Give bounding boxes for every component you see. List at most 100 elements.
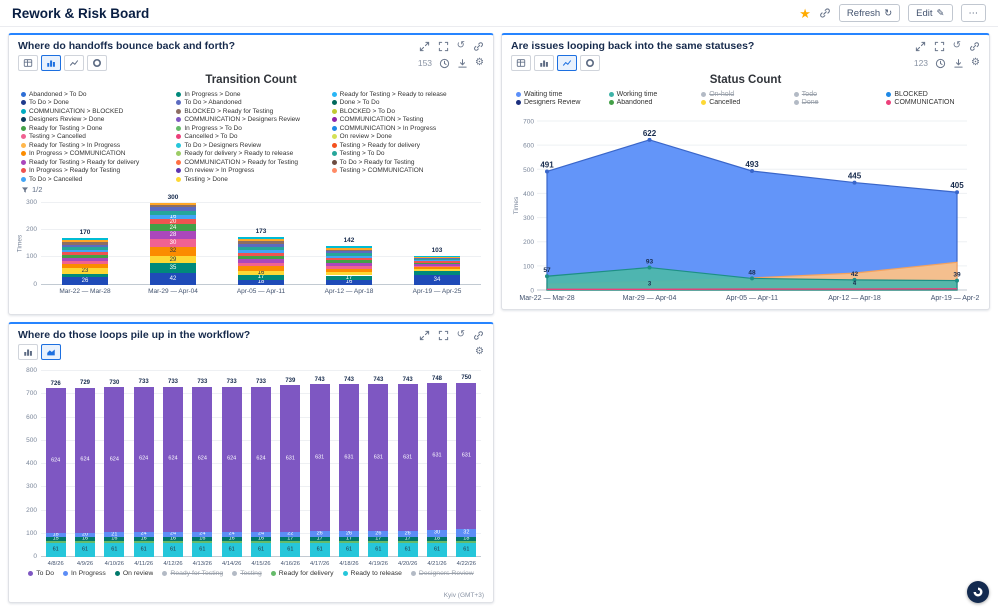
legend-item[interactable]: COMMUNICATION bbox=[886, 99, 975, 108]
favorite-star-icon[interactable]: ★ bbox=[799, 7, 811, 20]
bar-segment[interactable]: 61 bbox=[75, 543, 95, 557]
bar-segment[interactable]: 24 bbox=[150, 224, 196, 231]
bar-segment[interactable]: 26 bbox=[368, 531, 388, 537]
bar-segment[interactable] bbox=[62, 242, 108, 244]
legend-item[interactable]: Working time bbox=[609, 90, 698, 99]
legend-item[interactable]: Designers Review bbox=[411, 568, 474, 579]
view-table-button[interactable] bbox=[18, 55, 38, 71]
link-icon[interactable] bbox=[473, 41, 484, 52]
legend-item[interactable]: Ready for Testing > Ready for delivery bbox=[21, 158, 172, 167]
bar-segment[interactable]: 61 bbox=[134, 543, 154, 557]
bar-segment[interactable] bbox=[150, 207, 196, 210]
bar-segment[interactable]: 17 bbox=[339, 537, 359, 541]
legend-item[interactable]: In Progress bbox=[63, 568, 106, 579]
legend-item[interactable]: Ready for delivery bbox=[271, 568, 334, 579]
bar-segment[interactable] bbox=[326, 260, 372, 263]
bar-segment[interactable]: 624 bbox=[46, 388, 66, 533]
bar-segment[interactable]: 32 bbox=[456, 529, 476, 536]
bar-segment[interactable]: 624 bbox=[192, 387, 212, 532]
bar-segment[interactable]: 61 bbox=[280, 543, 300, 557]
bar-segment[interactable] bbox=[62, 240, 108, 242]
bar-segment[interactable] bbox=[414, 256, 460, 257]
legend-item[interactable]: On review > In Progress bbox=[176, 167, 327, 176]
bar-segment[interactable]: 16 bbox=[192, 537, 212, 541]
view-bar-chart-button[interactable] bbox=[534, 55, 554, 71]
bar-segment[interactable] bbox=[238, 263, 284, 267]
link-icon[interactable] bbox=[969, 41, 980, 52]
legend-item[interactable]: Testing bbox=[232, 568, 262, 579]
expand-icon[interactable] bbox=[915, 41, 926, 52]
bar-segment[interactable] bbox=[238, 266, 284, 270]
bar-segment[interactable]: 28 bbox=[150, 231, 196, 239]
bar-segment[interactable]: 61 bbox=[339, 543, 359, 557]
bar-segment[interactable]: 631 bbox=[456, 383, 476, 530]
bar-segment[interactable]: 26 bbox=[398, 531, 418, 537]
bar-segment[interactable] bbox=[414, 269, 460, 271]
bar-segment[interactable]: 42 bbox=[150, 273, 196, 284]
bar-segment[interactable] bbox=[150, 203, 196, 205]
legend-item[interactable]: In Progress > Ready for Testing bbox=[21, 167, 172, 176]
bar-segment[interactable]: 624 bbox=[222, 387, 242, 532]
settings-gear-icon[interactable]: ⚙ bbox=[475, 58, 484, 68]
loops-stacked-chart[interactable]: 01002003004005006007008004/8/26611518624… bbox=[17, 362, 487, 568]
legend-item[interactable]: Designers Review bbox=[516, 99, 605, 108]
settings-gear-icon[interactable]: ⚙ bbox=[971, 58, 980, 68]
bar-segment[interactable]: 30 bbox=[427, 530, 447, 537]
bar-segment[interactable] bbox=[150, 211, 196, 215]
bar-segment[interactable] bbox=[150, 205, 196, 208]
bar-segment[interactable] bbox=[414, 260, 460, 261]
legend-item[interactable]: Testing > Done bbox=[176, 175, 327, 184]
bar-segment[interactable]: 35 bbox=[150, 263, 196, 273]
bar-segment[interactable]: 26 bbox=[310, 531, 330, 537]
legend-item[interactable]: Testing > Cancelled bbox=[21, 133, 172, 142]
bar-segment[interactable] bbox=[238, 241, 284, 243]
expand-icon[interactable] bbox=[419, 330, 430, 341]
bar-segment[interactable]: 16 bbox=[150, 215, 196, 219]
history-icon[interactable]: ↺ bbox=[953, 41, 961, 51]
bar-segment[interactable]: 29 bbox=[150, 256, 196, 264]
bar-segment[interactable] bbox=[326, 250, 372, 252]
bar-segment[interactable]: 61 bbox=[368, 543, 388, 557]
bar-segment[interactable]: 61 bbox=[310, 543, 330, 557]
legend-item[interactable]: Abandoned bbox=[609, 99, 698, 108]
legend-item[interactable]: Testing > To Do bbox=[332, 150, 483, 159]
bar-segment[interactable] bbox=[414, 263, 460, 264]
bar-segment[interactable]: 18 bbox=[456, 537, 476, 541]
legend-item[interactable]: Ready for Testing > Ready to release bbox=[332, 90, 483, 99]
bar-segment[interactable]: 18 bbox=[46, 533, 66, 537]
bar-segment[interactable]: 61 bbox=[456, 543, 476, 557]
legend-item[interactable]: On review > Done bbox=[332, 133, 483, 142]
bar-segment[interactable]: 624 bbox=[104, 387, 124, 532]
bar-segment[interactable] bbox=[326, 256, 372, 258]
bar-segment[interactable] bbox=[238, 259, 284, 263]
legend-item[interactable]: To Do bbox=[28, 568, 54, 579]
bar-segment[interactable]: 631 bbox=[398, 384, 418, 531]
bar-segment[interactable]: 631 bbox=[280, 385, 300, 532]
bar-segment[interactable]: 61 bbox=[104, 543, 124, 557]
bar-segment[interactable] bbox=[326, 266, 372, 269]
fullscreen-icon[interactable] bbox=[934, 41, 945, 52]
legend-item[interactable]: BLOCKED > To Do bbox=[332, 107, 483, 116]
bar-segment[interactable]: 17 bbox=[326, 276, 372, 281]
legend-item[interactable]: To Do > Abandoned bbox=[176, 99, 327, 108]
bar-segment[interactable]: 624 bbox=[75, 388, 95, 533]
view-line-chart-button[interactable] bbox=[557, 55, 577, 71]
bar-segment[interactable] bbox=[62, 258, 108, 261]
bar-segment[interactable] bbox=[326, 251, 372, 253]
bar-segment[interactable] bbox=[414, 271, 460, 275]
bar-segment[interactable] bbox=[326, 263, 372, 266]
legend-item[interactable]: BLOCKED bbox=[886, 90, 975, 99]
bar-segment[interactable]: 22 bbox=[280, 532, 300, 537]
bar-segment[interactable]: 17 bbox=[398, 537, 418, 541]
bar-segment[interactable]: 18 bbox=[238, 280, 284, 285]
legend-item[interactable]: COMMUNICATION > Designers Review bbox=[176, 116, 327, 125]
legend-item[interactable]: Ready for delivery > Ready to release bbox=[176, 150, 327, 159]
download-icon[interactable] bbox=[457, 58, 468, 69]
bar-segment[interactable]: 24 bbox=[222, 532, 242, 538]
refresh-button[interactable]: Refresh ↻ bbox=[839, 4, 900, 22]
bar-segment[interactable]: 631 bbox=[339, 384, 359, 531]
time-icon[interactable] bbox=[935, 58, 946, 69]
legend-pagination[interactable]: 1/2 bbox=[9, 185, 493, 195]
bar-segment[interactable] bbox=[326, 258, 372, 260]
bar-segment[interactable]: 23 bbox=[62, 268, 108, 274]
